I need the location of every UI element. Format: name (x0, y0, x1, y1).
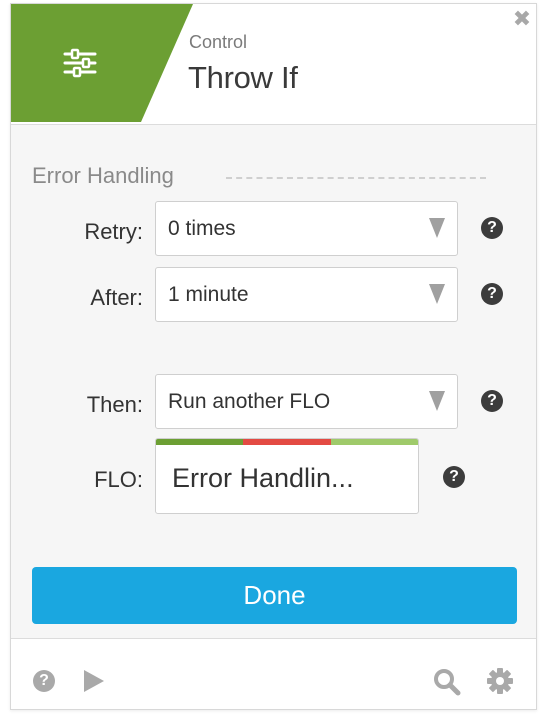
search-icon[interactable] (433, 668, 461, 696)
play-icon[interactable] (84, 670, 104, 692)
card-panel: Control Throw If ✖ Error Handling Retry:… (10, 3, 537, 710)
after-select[interactable]: 1 minute (155, 267, 458, 322)
retry-value: 0 times (168, 217, 236, 240)
retry-select[interactable]: 0 times (155, 201, 458, 256)
flo-strip-red (243, 439, 331, 445)
retry-label: Retry: (84, 219, 143, 244)
chevron-down-icon (429, 391, 445, 411)
flo-strip-light-green (330, 439, 418, 445)
chevron-down-icon (429, 284, 445, 304)
header-title: Throw If (188, 60, 298, 95)
done-button[interactable]: Done (32, 567, 517, 624)
then-select[interactable]: Run another FLO (155, 374, 458, 429)
after-help-icon[interactable]: ? (481, 283, 503, 305)
retry-help-icon[interactable]: ? (481, 217, 503, 239)
close-icon[interactable]: ✖ (511, 8, 533, 30)
flo-strip-green (156, 439, 244, 445)
card-header: Control Throw If ✖ (11, 4, 536, 124)
then-value: Run another FLO (168, 390, 331, 413)
header-accent (11, 4, 193, 122)
flo-label: FLO: (94, 467, 143, 492)
after-label: After: (90, 285, 143, 310)
sliders-icon (63, 48, 97, 78)
after-value: 1 minute (168, 283, 249, 306)
header-category: Control (189, 32, 248, 52)
card-footer: ? (11, 640, 536, 709)
flo-color-strip (156, 439, 418, 445)
flo-value: Error Handlin... (172, 463, 354, 493)
section-title: Error Handling (32, 163, 174, 188)
then-label: Then: (86, 392, 143, 417)
flo-selector[interactable]: Error Handlin... (155, 438, 419, 514)
flo-help-icon[interactable]: ? (443, 466, 465, 488)
card-body: Error Handling Retry: 0 times ? After: 1… (11, 124, 536, 639)
section-divider (226, 177, 486, 179)
chevron-down-icon (429, 218, 445, 238)
then-help-icon[interactable]: ? (481, 390, 503, 412)
question-circle-icon[interactable]: ? (33, 670, 55, 692)
gear-icon[interactable] (486, 667, 514, 695)
